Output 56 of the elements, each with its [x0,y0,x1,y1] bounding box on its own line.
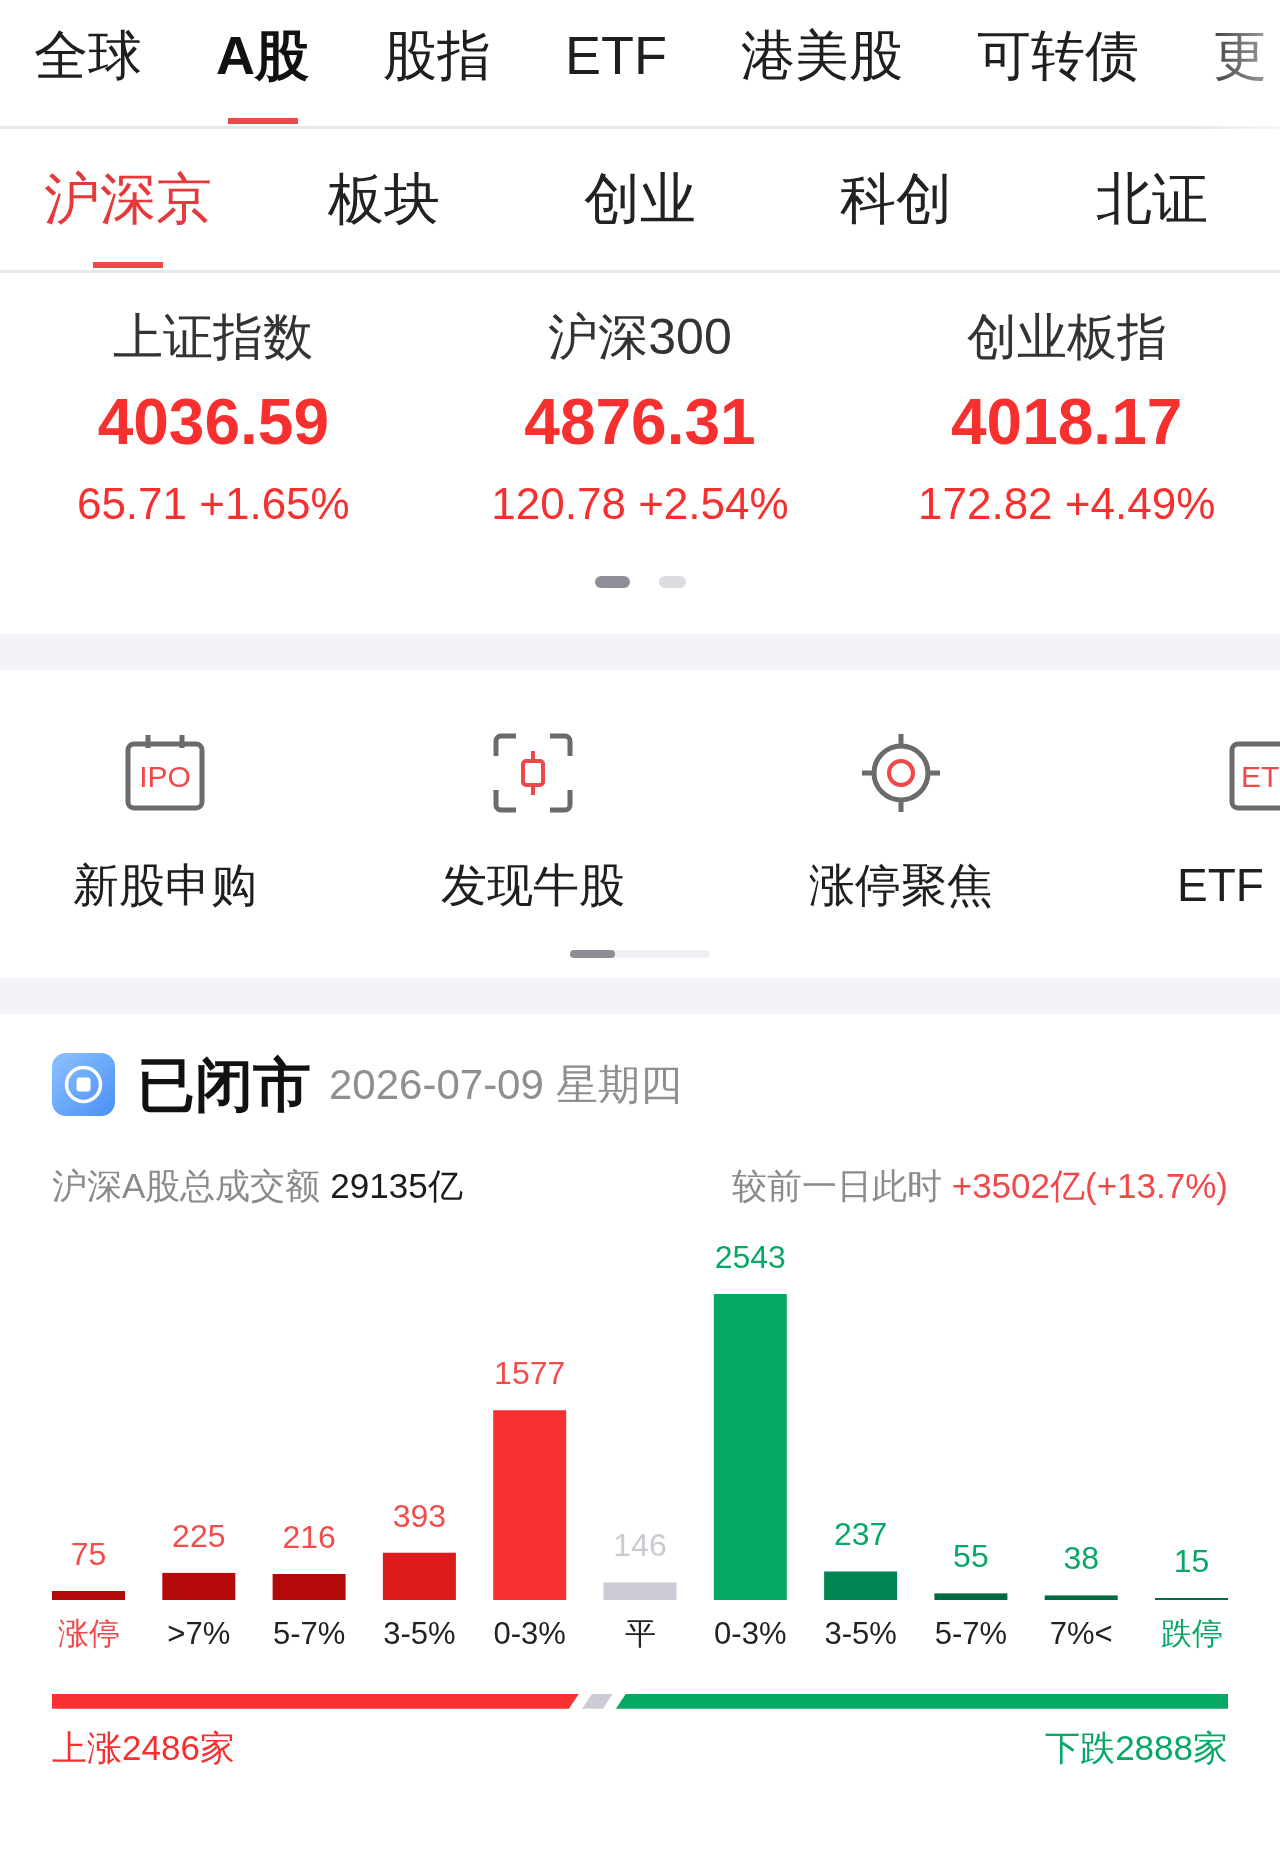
category-label: 3-5% [824,1615,897,1651]
category-label: 0-3% [714,1615,787,1651]
exchange-tab[interactable]: 板块 [256,129,512,270]
exchange-tab[interactable]: 创业 [512,129,768,270]
market-tab[interactable]: 港美股 [741,0,903,126]
index-value: 4036.59 [97,385,329,460]
bar-value-label: 15 [1173,1542,1210,1579]
scan-frame-icon [492,732,574,814]
market-tab[interactable]: 全球 [34,0,142,126]
index-name: 沪深300 [548,308,732,367]
index-name: 创业板指 [966,308,1167,367]
index-name: 上证指数 [113,308,314,367]
market-status: 已闭市 [137,1053,311,1117]
bar-value-label: 1577 [494,1355,566,1392]
index-change: 172.82 +4.49% [918,478,1216,530]
market-tab[interactable]: 股指 [383,0,491,126]
index-change: 120.78 +2.54% [491,478,789,530]
category-label: 平 [624,1615,656,1651]
bar-value-label: 393 [392,1497,447,1534]
turnover-label: 沪深A股总成交额 [52,1164,321,1207]
comparison-label: 较前一日此时 [731,1164,942,1207]
shortcut-button[interactable]: 发现牛股 [441,732,625,913]
index-value: 4876.31 [524,385,756,460]
fall-count: 下跌2888家 [1045,1726,1228,1769]
bar-value-label: 2543 [714,1238,786,1275]
category-label: 3-5% [383,1615,456,1651]
market-tab[interactable]: 更 [1213,0,1267,126]
category-label: 7%< [1049,1615,1113,1651]
index-change: 65.71 +1.65% [76,478,350,530]
index-value: 4018.17 [951,385,1183,460]
category-label: 5-7% [934,1615,1008,1651]
bar-value-label: 55 [953,1538,989,1575]
bar-value-label: 225 [172,1517,226,1554]
market-tab[interactable]: 可转债 [977,0,1139,126]
market-tab[interactable]: ETF [565,0,667,126]
trade-date: 2026-07-09 星期四 [329,1059,682,1110]
target-icon [860,732,942,814]
shortcut-button[interactable]: 涨停聚焦 [809,732,993,913]
category-label: >7% [167,1615,231,1651]
category-label: 跌停 [1160,1615,1223,1651]
flat-share-bar [581,1693,613,1709]
shortcut-button[interactable]: IPO 新股申购 [73,732,257,913]
bar-value-label: 38 [1063,1540,1099,1577]
exchange-tab[interactable]: 科创 [768,129,1024,270]
stop-icon [52,1053,115,1117]
shortcut-button[interactable]: ET ETF [1177,732,1280,913]
category-label: 5-7% [272,1615,346,1651]
rise-count: 上涨2486家 [52,1726,235,1769]
bar-value-label: 237 [833,1516,888,1553]
bar-value-label: 216 [282,1518,336,1555]
category-label: 0-3% [493,1615,566,1651]
comparison-change: +3502亿(+13.7%) [951,1164,1228,1207]
category-label: 涨停 [57,1615,120,1651]
exchange-tab[interactable]: 北证 [1024,129,1280,270]
turnover-value: 29135亿 [330,1164,463,1207]
bar-value-label: 75 [70,1535,107,1572]
